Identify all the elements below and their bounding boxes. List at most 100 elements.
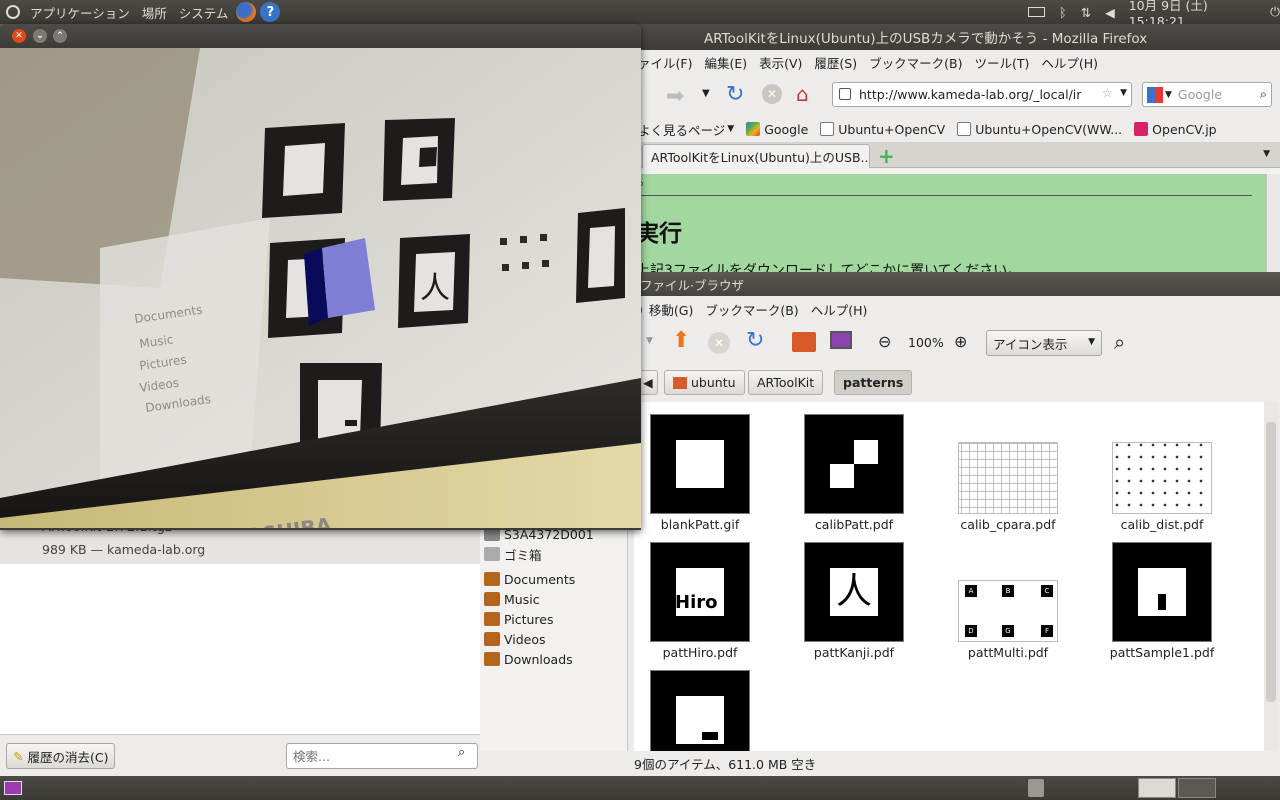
reload-icon[interactable]: ↻	[746, 328, 764, 353]
file-calib-cpara[interactable]: calib_cpara.pdf	[938, 414, 1078, 532]
back-dropdown-icon[interactable]: ▼	[646, 336, 653, 346]
engine-dropdown-icon[interactable]: ▼	[1165, 90, 1172, 100]
tab-artoolkit[interactable]: ARToolKitをLinux(Ubuntu)上のUSB...	[642, 144, 870, 168]
sidebar-item-documents[interactable]: Documents	[484, 569, 575, 589]
maximize-icon[interactable]: ⌃	[53, 29, 67, 43]
help-icon[interactable]: ?	[260, 2, 281, 22]
file-label: calib_dist.pdf	[1120, 517, 1204, 532]
file-thumbnail	[958, 442, 1058, 514]
search-bar[interactable]: ▼ Google ⌕	[1142, 82, 1272, 107]
clear-history-button[interactable]: ✎ 履歴の消去(C)	[6, 743, 116, 769]
home-folder-icon[interactable]	[792, 332, 816, 352]
trash-icon	[484, 547, 500, 561]
camera-titlebar[interactable]: ✕ ⌄ ⌃	[0, 24, 641, 48]
menu-file[interactable]: ァイル(F)	[638, 53, 692, 72]
minimize-icon[interactable]: ⌄	[33, 29, 47, 43]
history-dropdown-icon[interactable]: ▼	[702, 88, 710, 99]
keyboard-icon[interactable]	[1028, 7, 1046, 17]
chevron-down-icon: ▼	[1088, 337, 1095, 347]
file-pattkanji[interactable]: 人 pattKanji.pdf	[784, 542, 924, 660]
forward-icon[interactable]: ➡	[666, 84, 684, 109]
sidebar-item-pictures[interactable]: Pictures	[484, 609, 554, 629]
multi-marker-b: B	[1002, 585, 1014, 597]
pictures-folder-icon	[484, 612, 500, 626]
sidebar-item-videos[interactable]: Videos	[484, 629, 546, 649]
file-calib-dist[interactable]: calib_dist.pdf	[1092, 414, 1232, 532]
menu-edit[interactable]: 編集(E)	[704, 53, 747, 72]
file-pattsample2[interactable]	[634, 670, 770, 751]
workspace-switcher[interactable]	[1138, 778, 1176, 798]
path-crumb-artoolkit[interactable]: ARToolKit	[748, 370, 824, 395]
menu-tools[interactable]: ツール(T)	[974, 53, 1029, 72]
menu-bookmarks[interactable]: ブックマーク(B)	[705, 300, 798, 319]
reload-icon[interactable]: ↻	[726, 82, 744, 107]
bottom-panel	[0, 776, 1280, 800]
zoom-out-icon[interactable]: ⊖	[878, 332, 891, 351]
path-crumb-patterns[interactable]: patterns	[834, 370, 913, 395]
new-tab-icon[interactable]: +	[878, 144, 895, 168]
stop-icon[interactable]: ✕	[708, 332, 730, 354]
file-patthiro[interactable]: Hiro pattHiro.pdf	[634, 542, 770, 660]
sidebar-item-downloads[interactable]: Downloads	[484, 649, 573, 669]
tab-list-icon[interactable]: ▼	[1263, 149, 1270, 159]
network-icon[interactable]: ⇅	[1081, 5, 1091, 20]
system-menu[interactable]: システム	[173, 3, 235, 22]
broom-icon: ✎	[13, 748, 24, 764]
workspace-switcher-right[interactable]	[1178, 778, 1216, 798]
path-crumb-ubuntu[interactable]: ubuntu	[664, 370, 745, 395]
url-dropdown-icon[interactable]: ▼	[1120, 88, 1127, 98]
downloads-search-input[interactable]	[286, 743, 478, 769]
places-menu[interactable]: 場所	[136, 3, 173, 22]
sidebar-label: Documents	[504, 571, 576, 587]
file-blankpatt[interactable]: blankPatt.gif	[634, 414, 770, 532]
icon-view-scrollbar[interactable]	[1264, 402, 1278, 751]
file-pattsample1[interactable]: pattSample1.pdf	[1092, 542, 1232, 660]
show-desktop-icon[interactable]	[4, 781, 22, 795]
file-label: pattHiro.pdf	[662, 645, 738, 660]
bookmark-ubuntu-opencv-www[interactable]: Ubuntu+OpenCV(WW...	[957, 122, 1122, 137]
applications-menu[interactable]: アプリケーション	[24, 3, 136, 22]
site-identity-icon[interactable]	[839, 88, 851, 100]
firefox-launcher-icon[interactable]	[236, 2, 257, 22]
menu-go[interactable]: 移動(G)	[649, 300, 693, 319]
home-icon[interactable]: ⌂	[796, 82, 809, 106]
power-icon[interactable]: ⏻	[1270, 4, 1280, 20]
menu-help[interactable]: ヘルプ(H)	[811, 300, 868, 319]
menu-help[interactable]: ヘルプ(H)	[1041, 53, 1098, 72]
up-icon[interactable]: ⬆	[672, 328, 690, 353]
bookmark-google[interactable]: Google	[746, 122, 808, 137]
search-icon[interactable]: ⌕	[458, 745, 465, 760]
zoom-in-icon[interactable]: ⊕	[954, 332, 967, 351]
volume-icon[interactable]: ◀	[1105, 5, 1115, 20]
view-mode-select[interactable]: アイコン表示 ▼	[986, 330, 1102, 356]
menu-history[interactable]: 履歴(S)	[814, 53, 857, 72]
file-thumbnail: A B C D G F	[958, 580, 1058, 642]
page-scrollbar[interactable]	[1266, 174, 1280, 279]
bookmark-star-icon[interactable]: ☆	[1102, 85, 1113, 100]
download-item[interactable]: ARToolKit-2.72.1.tgz 989 KB — kameda-lab…	[0, 520, 480, 564]
bookmark-most-visited[interactable]: よく見るページ ▼	[638, 120, 734, 139]
search-icon[interactable]: ⌕	[1114, 330, 1125, 354]
bookmark-ubuntu-opencv[interactable]: Ubuntu+OpenCV	[820, 122, 945, 137]
file-thumbnail: Hiro	[650, 542, 750, 642]
url-bar[interactable]: http://www.kameda-lab.org/_local/ir ☆ ▼	[832, 82, 1132, 107]
file-calibpatt[interactable]: calibPatt.pdf	[784, 414, 924, 532]
file-label: blankPatt.gif	[660, 517, 740, 532]
trash-applet-icon[interactable]	[1028, 779, 1044, 797]
menu-bookmarks[interactable]: ブックマーク(B)	[869, 53, 962, 72]
sidebar-item-music[interactable]: Music	[484, 589, 540, 609]
computer-icon[interactable]	[830, 331, 852, 349]
stop-icon[interactable]: ✕	[762, 84, 782, 104]
section-heading: 実行	[636, 221, 682, 247]
bookmark-opencv-jp[interactable]: OpenCV.jp	[1134, 122, 1217, 137]
menu-view[interactable]: 表示(V)	[759, 53, 802, 72]
ubuntu-logo-icon[interactable]	[6, 5, 20, 19]
status-bar: 9個のアイテム、611.0 MB 空き	[634, 751, 1274, 776]
google-engine-icon[interactable]	[1147, 86, 1163, 103]
bluetooth-icon[interactable]: ᛒ	[1059, 5, 1067, 20]
crumb-label: patterns	[843, 375, 904, 390]
sidebar-item-trash[interactable]: ゴミ箱	[484, 544, 542, 564]
close-icon[interactable]: ✕	[12, 29, 26, 43]
search-icon[interactable]: ⌕	[1260, 86, 1267, 102]
file-pattmulti[interactable]: A B C D G F pattMulti.pdf	[938, 542, 1078, 660]
